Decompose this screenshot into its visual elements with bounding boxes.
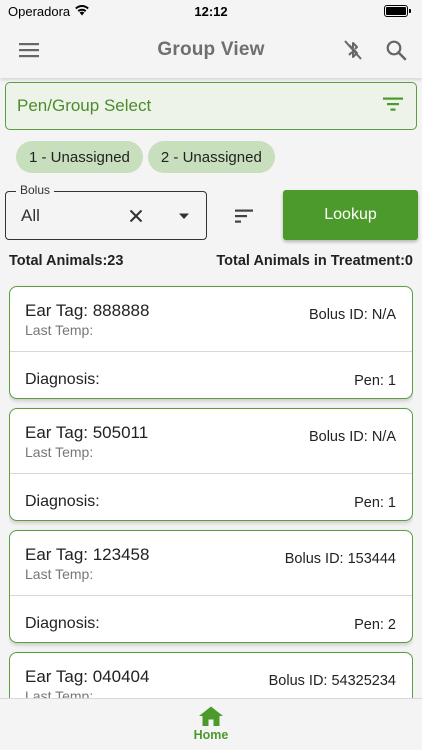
pen-chips: 1 - Unassigned 2 - Unassigned — [16, 141, 275, 173]
diagnosis: Diagnosis: — [25, 371, 100, 388]
bluetooth-button[interactable] — [335, 32, 371, 68]
search-icon — [386, 40, 407, 61]
bottom-navigation: Home — [0, 698, 422, 750]
nav-home-label: Home — [193, 728, 229, 742]
pen-group-select[interactable]: Pen/Group Select — [5, 82, 417, 130]
wifi-icon — [74, 4, 90, 19]
bluetooth-disabled-icon — [344, 40, 362, 60]
last-temp: Last Temp: — [25, 322, 94, 338]
status-left: Operadora — [8, 4, 90, 19]
diagnosis: Diagnosis: — [25, 615, 100, 632]
home-icon — [199, 706, 223, 726]
pen-number: Pen: 1 — [354, 373, 396, 389]
app-bar: Group View — [0, 22, 422, 78]
total-animals: Total Animals:23 — [9, 253, 124, 269]
last-temp: Last Temp: — [25, 566, 94, 582]
filter-icon[interactable] — [382, 96, 404, 117]
bolus-id: Bolus ID: 54325234 — [268, 673, 396, 689]
battery-icon — [384, 5, 411, 17]
bolus-id: Bolus ID: 153444 — [284, 551, 396, 567]
animal-card[interactable]: Ear Tag: 040404 Last Temp: Bolus ID: 543… — [9, 652, 413, 698]
animal-card[interactable]: Ear Tag: 123458 Last Temp: Bolus ID: 153… — [9, 530, 413, 643]
pen-number: Pen: 2 — [354, 617, 396, 633]
sort-icon — [235, 209, 253, 223]
last-temp: Last Temp: — [25, 688, 94, 698]
animal-card[interactable]: Ear Tag: 505011 Last Temp: Bolus ID: N/A… — [9, 408, 413, 521]
ear-tag: Ear Tag: 040404 — [25, 667, 150, 686]
sort-button[interactable] — [230, 202, 258, 230]
pen-number: Pen: 1 — [354, 495, 396, 511]
card-header: Ear Tag: 888888 Last Temp: Bolus ID: N/A — [10, 287, 412, 352]
ear-tag: Ear Tag: 123458 — [25, 545, 150, 564]
ear-tag: Ear Tag: 505011 — [25, 423, 149, 442]
ear-tag: Ear Tag: 888888 — [25, 301, 150, 320]
animal-list[interactable]: Ear Tag: 888888 Last Temp: Bolus ID: N/A… — [9, 284, 413, 698]
totals-row: Total Animals:23 Total Animals in Treatm… — [9, 253, 413, 269]
clear-icon[interactable] — [124, 204, 148, 228]
diagnosis: Diagnosis: — [25, 493, 100, 510]
card-header: Ear Tag: 505011 Last Temp: Bolus ID: N/A — [10, 409, 412, 474]
last-temp: Last Temp: — [25, 444, 94, 460]
bolus-legend: Bolus — [16, 183, 55, 197]
lookup-button[interactable]: Lookup — [283, 190, 418, 240]
pen-group-select-label: Pen/Group Select — [17, 96, 152, 115]
carrier-label: Operadora — [8, 3, 71, 19]
bolus-dropdown[interactable]: Bolus All — [5, 183, 207, 240]
search-button[interactable] — [378, 32, 414, 68]
dropdown-arrow-icon[interactable] — [172, 204, 196, 228]
bolus-id: Bolus ID: N/A — [308, 307, 396, 323]
animal-card[interactable]: Ear Tag: 888888 Last Temp: Bolus ID: N/A… — [9, 286, 413, 399]
status-bar: Operadora 12:12 — [0, 0, 422, 22]
pen-chip[interactable]: 1 - Unassigned — [16, 141, 143, 173]
bolus-value: All — [21, 206, 40, 225]
total-in-treatment: Total Animals in Treatment:0 — [216, 253, 413, 269]
bolus-id: Bolus ID: N/A — [308, 429, 396, 445]
pen-chip[interactable]: 2 - Unassigned — [147, 141, 275, 173]
nav-home[interactable]: Home — [186, 705, 236, 749]
card-header: Ear Tag: 040404 Last Temp: Bolus ID: 543… — [10, 653, 412, 698]
card-header: Ear Tag: 123458 Last Temp: Bolus ID: 153… — [10, 531, 412, 596]
